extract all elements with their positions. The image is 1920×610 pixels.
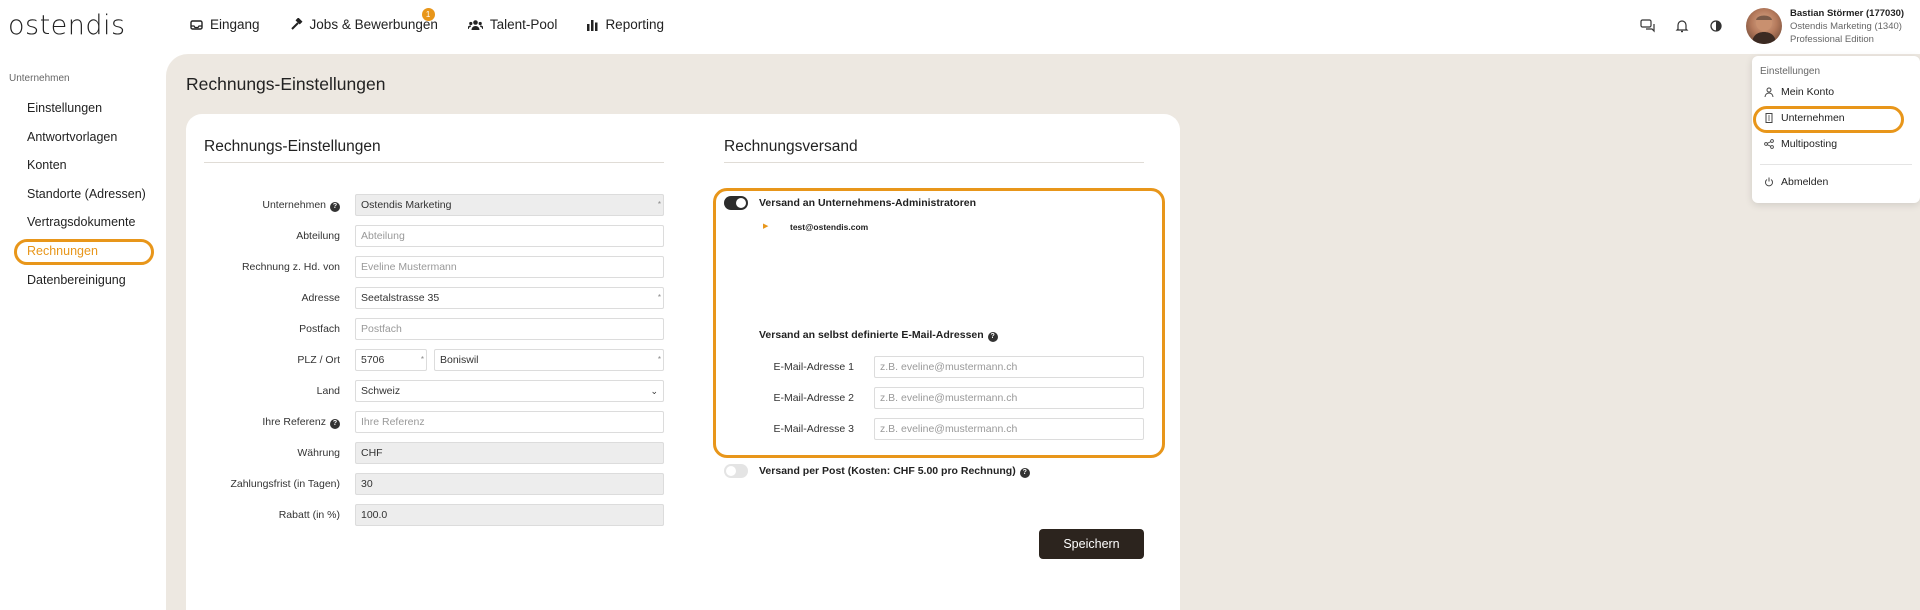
ort-input[interactable]: Boniswil * [434, 349, 664, 371]
contrast-icon[interactable] [1708, 18, 1724, 34]
top-icons [1640, 18, 1724, 34]
bell-icon[interactable] [1674, 18, 1690, 34]
page-title: Rechnungs-Einstellungen [186, 74, 386, 94]
label-plzort: PLZ / Ort [297, 354, 340, 366]
abteilung-input[interactable]: Abteilung [355, 225, 664, 247]
dropdown-title: Einstellungen [1760, 66, 1821, 77]
nav-eingang[interactable]: Eingang [190, 17, 260, 32]
help-icon[interactable]: ? [1019, 468, 1030, 478]
adresse-input[interactable]: Seetalstrasse 35 * [355, 287, 664, 309]
nav-reporting[interactable]: Reporting [587, 17, 664, 32]
top-bar: ostendis Eingang Jobs & Bewerbungen 1 Ta… [0, 0, 1920, 54]
ostendis-logo[interactable]: ostendis [8, 10, 126, 41]
versand-highlight-box [713, 188, 1165, 458]
power-icon [1764, 177, 1774, 187]
save-button[interactable]: Speichern [1039, 529, 1144, 559]
chat-icon[interactable] [1640, 18, 1656, 34]
user-name: Bastian Störmer (177030) [1790, 8, 1905, 19]
versand-section-title: Rechnungsversand [724, 138, 858, 155]
waehrung-field: CHF [355, 442, 664, 464]
users-icon [467, 19, 483, 30]
avatar[interactable] [1746, 8, 1782, 44]
nav-jobs[interactable]: Jobs & Bewerbungen 1 [290, 8, 438, 32]
help-icon[interactable]: ? [330, 202, 340, 212]
nav-reporting-label: Reporting [605, 17, 664, 32]
sidebar-item-vertragsdokumente[interactable]: Vertragsdokumente [27, 215, 135, 229]
billing-section-title: Rechnungs-Einstellungen [204, 138, 381, 155]
label-postfach: Postfach [299, 323, 340, 335]
sidebar-item-einstellungen[interactable]: Einstellungen [27, 101, 102, 115]
label-rabatt: Rabatt (in %) [278, 509, 340, 521]
user-company: Ostendis Marketing (1340) [1790, 21, 1902, 32]
sidebar: Unternehmen Einstellungen Antwortvorlage… [0, 54, 165, 610]
share-icon [1764, 139, 1774, 149]
label-land: Land [316, 385, 340, 397]
nav-talent-pool[interactable]: Talent-Pool [467, 17, 558, 32]
label-unternehmen: Unternehmen? [262, 199, 340, 212]
menu-highlight-ring [1753, 106, 1904, 133]
inbox-icon [190, 19, 203, 30]
versand-divider [724, 162, 1144, 163]
hammer-icon [290, 18, 302, 30]
active-highlight-ring [14, 239, 154, 265]
rabatt-field: 100.0 [355, 504, 664, 526]
sidebar-item-antwortvorlagen[interactable]: Antwortvorlagen [27, 130, 117, 144]
menu-item-multiposting[interactable]: Multiposting [1764, 138, 1837, 150]
nav-jobs-label: Jobs & Bewerbungen [309, 17, 438, 32]
label-hdvon: Rechnung z. Hd. von [241, 261, 340, 273]
help-icon[interactable]: ? [330, 419, 340, 429]
user-icon [1764, 87, 1774, 98]
main-nav: Eingang Jobs & Bewerbungen 1 Talent-Pool… [190, 8, 694, 32]
post-versand-label: Versand per Post (Kosten: CHF 5.00 pro R… [759, 465, 1030, 478]
chevron-down-icon: ⌄ [650, 386, 658, 396]
label-adresse: Adresse [301, 292, 340, 304]
sidebar-item-datenbereinigung[interactable]: Datenbereinigung [27, 273, 126, 287]
label-waehrung: Währung [297, 447, 340, 459]
sidebar-title: Unternehmen [9, 73, 70, 84]
zahlungsfrist-field: 30 [355, 473, 664, 495]
label-zahlungsfrist: Zahlungsfrist (in Tagen) [230, 478, 340, 490]
user-info[interactable]: Bastian Störmer (177030) Ostendis Market… [1790, 7, 1904, 46]
sidebar-item-standorte[interactable]: Standorte (Adressen) [27, 187, 146, 201]
referenz-input[interactable]: Ihre Referenz [355, 411, 664, 433]
land-select[interactable]: Schweiz ⌄ [355, 380, 664, 402]
plz-input[interactable]: 5706 * [355, 349, 427, 371]
menu-item-abmelden[interactable]: Abmelden [1764, 176, 1828, 188]
postfach-input[interactable]: Postfach [355, 318, 664, 340]
sidebar-item-konten[interactable]: Konten [27, 158, 67, 172]
dropdown-divider [1760, 164, 1912, 165]
label-referenz: Ihre Referenz? [262, 416, 340, 429]
hdvon-input[interactable]: Eveline Mustermann [355, 256, 664, 278]
nav-talent-pool-label: Talent-Pool [489, 17, 558, 32]
billing-divider [204, 162, 664, 163]
bar-chart-icon [587, 19, 598, 31]
menu-item-mein-konto[interactable]: Mein Konto [1764, 86, 1834, 98]
nav-eingang-label: Eingang [210, 17, 260, 32]
post-versand-toggle[interactable] [724, 464, 748, 478]
label-abteilung: Abteilung [296, 230, 340, 242]
user-edition: Professional Edition [1790, 34, 1874, 45]
unternehmen-field[interactable]: Ostendis Marketing * [355, 194, 664, 216]
jobs-badge: 1 [421, 8, 435, 21]
